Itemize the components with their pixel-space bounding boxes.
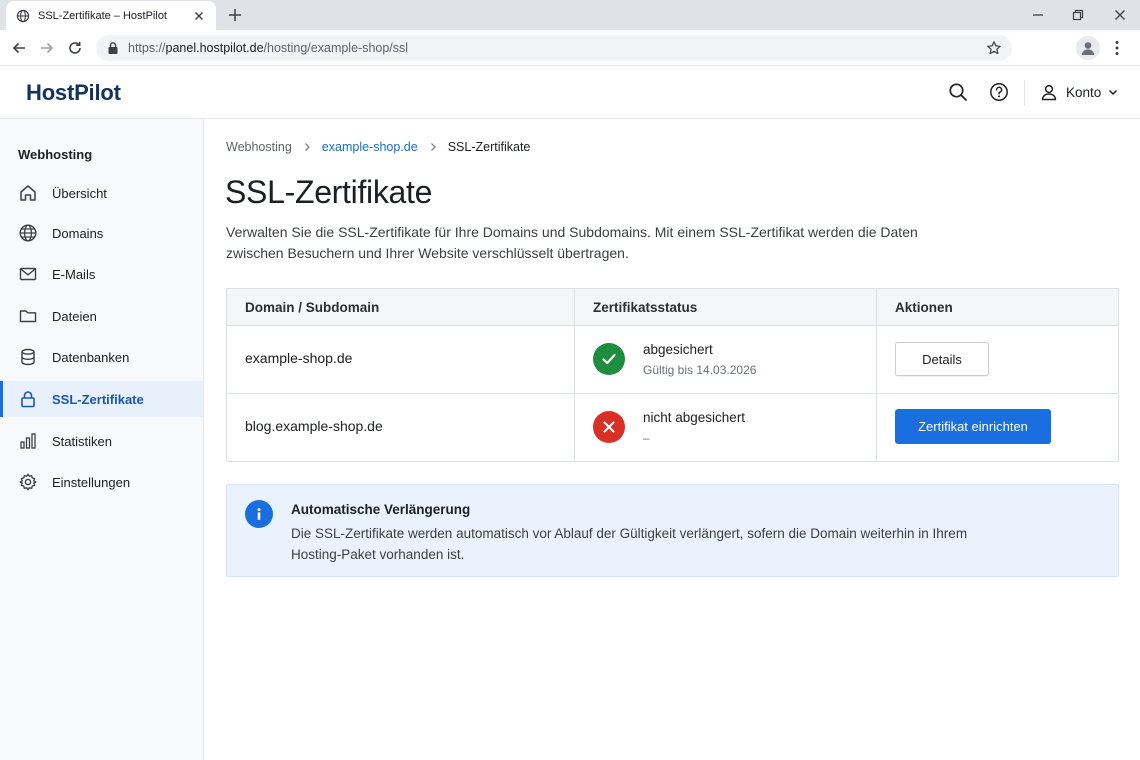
address-bar[interactable]: https://panel.hostpilot.de/hosting/examp…	[96, 35, 1012, 61]
breadcrumb-current: SSL-Zertifikate	[447, 140, 531, 154]
bookmark-star-icon[interactable]	[986, 40, 1002, 56]
sidebar-item-label: Domains	[52, 225, 104, 241]
app-header: HostPilot Konto	[0, 66, 1140, 119]
database-icon	[18, 347, 38, 367]
folder-icon	[18, 306, 38, 326]
home-icon	[18, 183, 38, 203]
help-icon[interactable]	[989, 82, 1009, 102]
column-header-status: Zertifikatsstatus	[593, 300, 698, 315]
sidebar-item-label: Statistiken	[52, 433, 112, 449]
breadcrumb: Webhosting example-shop.de SSL-Zertifika…	[226, 139, 530, 155]
status-text: abgesichert	[643, 342, 713, 357]
sidebar-item-einstellungen[interactable]: Einstellungen	[0, 464, 203, 500]
sidebar-item-label: Datenbanken	[52, 349, 130, 365]
sidebar-item-ssl-zertifikate[interactable]: SSL-Zertifikate	[0, 381, 203, 417]
browser-menu-icon[interactable]	[1112, 39, 1122, 57]
chevron-right-icon	[302, 142, 312, 152]
page-title: SSL-Zertifikate	[225, 174, 433, 210]
new-tab-icon[interactable]	[226, 6, 244, 24]
error-x-icon	[593, 411, 625, 443]
details-button[interactable]: Details	[895, 342, 989, 376]
column-header-domain: Domain / Subdomain	[245, 300, 380, 315]
mail-icon	[18, 264, 38, 284]
back-icon[interactable]	[10, 39, 28, 57]
minimize-icon[interactable]	[1030, 7, 1046, 23]
status-text: nicht abgesichert	[643, 410, 746, 425]
chevron-down-icon	[1107, 86, 1119, 98]
sidebar-item-label: SSL-Zertifikate	[52, 391, 144, 407]
status-validity: Gültig bis 14.03.2026	[643, 363, 757, 377]
sidebar-item-label: E-Mails	[52, 266, 96, 282]
sidebar-item-uebersicht[interactable]: Übersicht	[0, 175, 203, 211]
sidebar-item-emails[interactable]: E-Mails	[0, 256, 203, 292]
close-tab-icon[interactable]	[192, 9, 206, 23]
search-icon[interactable]	[948, 82, 968, 102]
browser-tab-bar: SSL-Zertifikate – HostPilot	[0, 0, 1140, 30]
breadcrumb-domain[interactable]: example-shop.de	[322, 140, 418, 154]
status-validity: –	[643, 431, 650, 445]
checkmark-icon	[593, 343, 625, 375]
info-box: Automatische Verlängerung Die SSL-Zertif…	[226, 484, 1119, 577]
account-label: Konto	[1066, 84, 1102, 100]
ssl-table: Domain / Subdomain Zertifikatsstatus Akt…	[226, 288, 1119, 462]
page-description: Verwalten Sie die SSL-Zertifikate für Ih…	[226, 224, 918, 261]
globe-icon	[18, 223, 38, 243]
bar-chart-icon	[18, 431, 38, 451]
sidebar-heading: Webhosting	[18, 147, 93, 162]
lock-icon	[18, 389, 38, 409]
reload-icon[interactable]	[66, 39, 84, 57]
sidebar-item-datenbanken[interactable]: Datenbanken	[0, 339, 203, 375]
profile-avatar[interactable]	[1076, 36, 1100, 60]
sidebar: Webhosting Übersicht Domains E-Mails Dat…	[0, 119, 204, 760]
chevron-right-icon	[428, 142, 438, 152]
domain-cell: example-shop.de	[245, 350, 353, 366]
globe-favicon-icon	[16, 9, 30, 23]
logo[interactable]: HostPilot	[26, 80, 121, 106]
header-divider	[1024, 80, 1025, 106]
info-text: Die SSL-Zertifikate werden automatisch v…	[291, 526, 968, 562]
account-menu[interactable]: Konto	[1040, 81, 1119, 103]
browser-tab[interactable]: SSL-Zertifikate – HostPilot	[6, 1, 216, 30]
sidebar-item-label: Übersicht	[52, 185, 107, 201]
domain-cell: blog.example-shop.de	[245, 418, 383, 434]
user-icon	[1040, 83, 1058, 101]
breadcrumb-webhosting[interactable]: Webhosting	[226, 140, 292, 154]
close-window-icon[interactable]	[1112, 7, 1128, 23]
table-row: example-shop.de abgesichert Gültig bis 1…	[227, 327, 1118, 394]
sidebar-item-domains[interactable]: Domains	[0, 215, 203, 251]
gear-icon	[18, 472, 38, 492]
lock-icon[interactable]	[106, 41, 120, 55]
sidebar-item-label: Einstellungen	[52, 474, 131, 490]
tab-title: SSL-Zertifikate – HostPilot	[38, 9, 167, 22]
url-text: https://panel.hostpilot.de/hosting/examp…	[128, 41, 409, 55]
sidebar-item-label: Dateien	[52, 308, 97, 324]
browser-toolbar: https://panel.hostpilot.de/hosting/examp…	[0, 30, 1140, 66]
table-header: Domain / Subdomain Zertifikatsstatus Akt…	[227, 289, 1118, 326]
setup-certificate-button[interactable]: Zertifikat einrichten	[895, 409, 1051, 444]
restore-icon[interactable]	[1070, 7, 1086, 23]
info-icon	[245, 500, 273, 528]
info-title: Automatische Verlängerung	[291, 502, 471, 517]
table-row: blog.example-shop.de nicht abgesichert –…	[227, 395, 1118, 462]
sidebar-item-statistiken[interactable]: Statistiken	[0, 423, 203, 459]
column-header-actions: Aktionen	[895, 300, 953, 315]
forward-icon[interactable]	[38, 39, 56, 57]
sidebar-item-dateien[interactable]: Dateien	[0, 298, 203, 334]
